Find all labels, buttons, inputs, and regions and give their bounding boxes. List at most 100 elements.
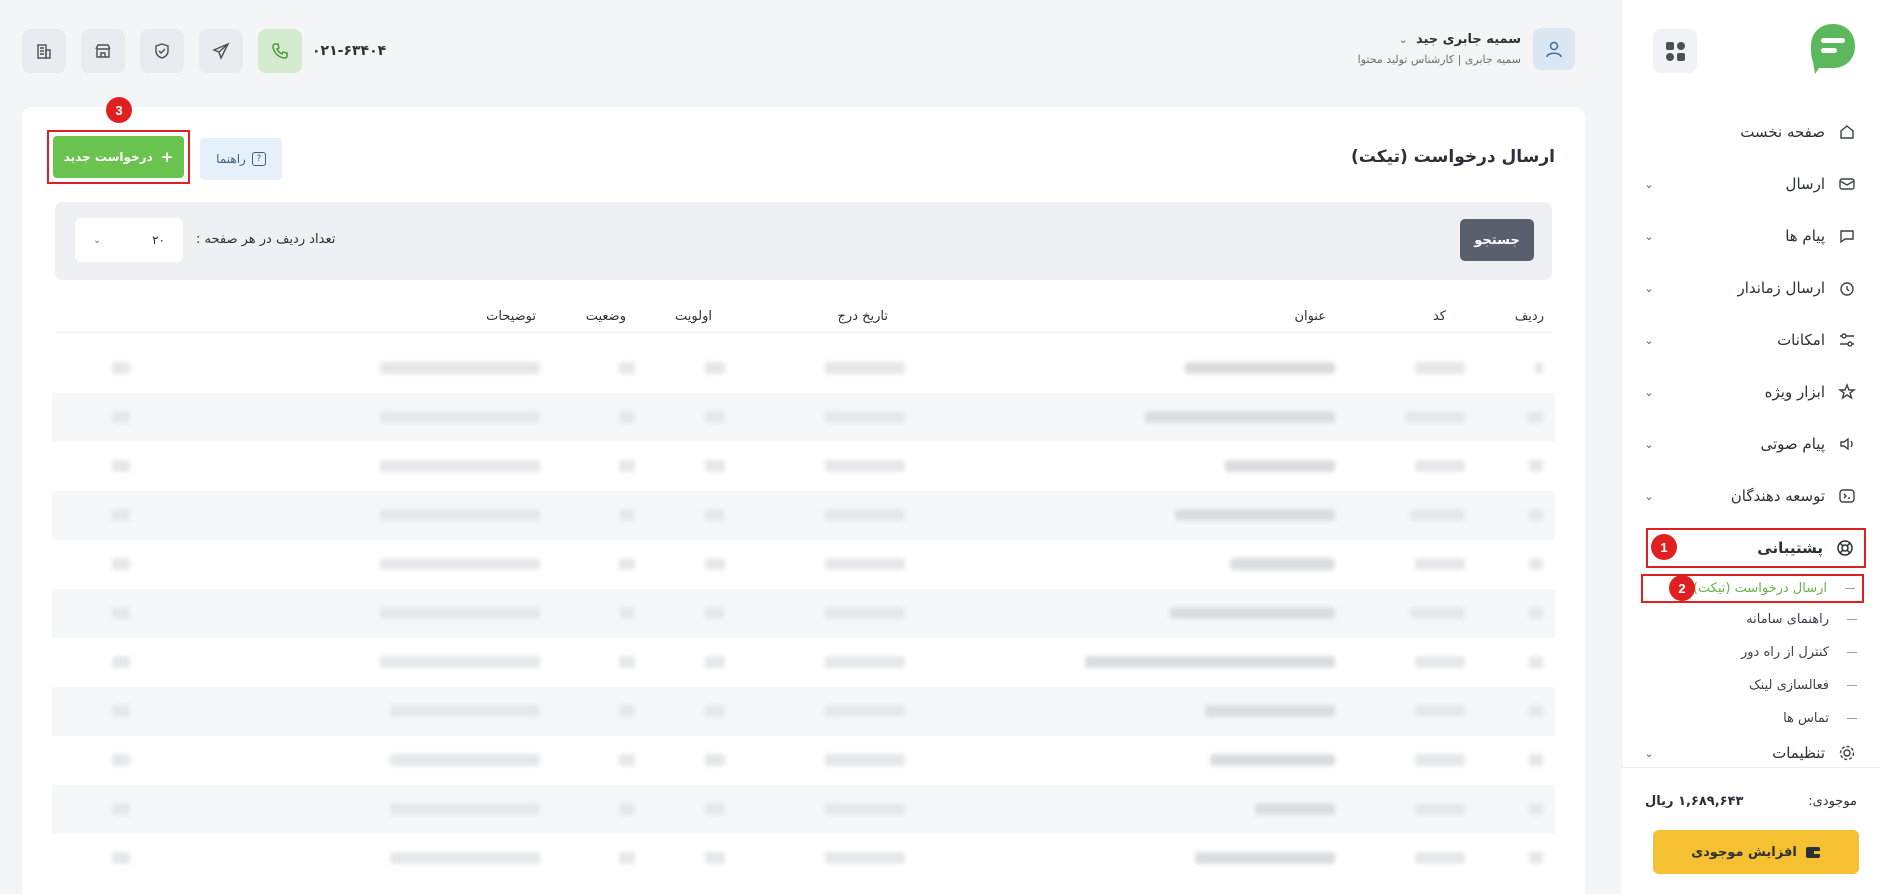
balance-value: ۱,۶۸۹,۶۴۳ ریال	[1645, 794, 1744, 809]
submenu-item-link-activation[interactable]: فعالسازی لینک	[1621, 669, 1881, 702]
chevron-down-icon: ⌄	[1399, 35, 1408, 46]
apps-grid-button[interactable]	[1653, 29, 1697, 73]
column-header-row[interactable]: ردیف	[1515, 309, 1544, 324]
lifebuoy-icon	[1835, 538, 1855, 558]
balance-label: موجودی:	[1808, 794, 1857, 809]
sidebar-item-messages[interactable]: پیام ها ⌄	[1621, 210, 1881, 262]
sidebar-item-label: پشتیبانی	[1757, 539, 1823, 557]
sidebar-item-scheduled[interactable]: ارسال زماندار ⌄	[1621, 262, 1881, 314]
table-row[interactable]	[52, 540, 1555, 589]
sidebar-item-developers[interactable]: توسعه دهندگان ⌄	[1621, 470, 1881, 522]
top-header: سمیه جابری جید ⌄ سمیه جابری | کارشناس تو…	[0, 0, 1621, 100]
dash-icon	[1847, 619, 1857, 620]
column-header-title[interactable]: عنوان	[1294, 309, 1326, 324]
column-header-description[interactable]: توضیحات	[486, 309, 536, 324]
store-icon	[95, 44, 111, 58]
table-row[interactable]	[52, 638, 1555, 687]
sliders-icon	[1837, 330, 1857, 350]
main-card: ارسال درخواست (تیکت) + درخواست جدید 3 ? …	[22, 97, 1585, 894]
sidebar-item-features[interactable]: امکانات ⌄	[1621, 314, 1881, 366]
submenu-item-label: کنترل از راه دور	[1741, 645, 1829, 660]
submenu-item-label: تماس ها	[1783, 711, 1829, 726]
rows-per-page-value: ۲۰	[152, 233, 165, 247]
submenu-item-calls[interactable]: تماس ها	[1621, 702, 1881, 735]
sidebar-item-label: پیام ها	[1785, 227, 1825, 245]
chevron-down-icon: ⌄	[1644, 385, 1654, 399]
table-row[interactable]	[52, 393, 1555, 442]
shield-check-icon	[155, 43, 169, 59]
chevron-down-icon: ⌄	[93, 234, 102, 246]
submenu-item-label: راهنمای سامانه	[1746, 612, 1829, 627]
sidebar-item-settings[interactable]: تنظیمات ⌄	[1621, 735, 1881, 771]
table-row[interactable]	[52, 442, 1555, 491]
sidebar-item-label: پیام صوتی	[1760, 435, 1826, 453]
table-row[interactable]	[52, 834, 1555, 883]
dash-icon	[1847, 652, 1857, 653]
column-header-status[interactable]: وضعیت	[586, 309, 626, 324]
table-row[interactable]	[52, 491, 1555, 540]
user-name: سمیه جابری جید	[1415, 32, 1521, 47]
building-button[interactable]	[22, 29, 66, 73]
submenu-item-label: ارسال درخواست (تیکت)	[1692, 581, 1827, 596]
submenu-item-system-guide[interactable]: راهنمای سامانه	[1621, 603, 1881, 636]
home-icon	[1837, 122, 1857, 142]
new-request-button[interactable]: + درخواست جدید	[53, 136, 184, 178]
store-button[interactable]	[81, 29, 125, 73]
search-button[interactable]: جستجو	[1460, 219, 1534, 261]
sidebar-menu: صفحه نخست ارسال ⌄ پیام ها ⌄ ارسال زماندا…	[1621, 106, 1881, 771]
column-header-priority[interactable]: اولویت	[675, 309, 712, 324]
paper-plane-icon	[212, 42, 230, 60]
balance-panel: موجودی: ۱,۶۸۹,۶۴۳ ریال افزایش موجودی	[1621, 767, 1881, 894]
shield-button[interactable]	[140, 29, 184, 73]
telegram-button[interactable]	[199, 29, 243, 73]
annotation-badge-3: 3	[106, 97, 132, 123]
table-row[interactable]	[52, 736, 1555, 785]
logo-icon[interactable]	[1809, 22, 1857, 74]
sidebar-item-label: توسعه دهندگان	[1730, 487, 1825, 505]
column-header-code[interactable]: کد	[1433, 309, 1446, 324]
building-icon	[37, 44, 51, 59]
topup-label: افزایش موجودی	[1691, 844, 1797, 860]
chevron-down-icon: ⌄	[1644, 489, 1654, 503]
table-row[interactable]	[52, 785, 1555, 834]
sidebar-item-voice-message[interactable]: پیام صوتی ⌄	[1621, 418, 1881, 470]
page-title: ارسال درخواست (تیکت)	[1350, 147, 1555, 167]
rows-per-page-select[interactable]: ⌄ ۲۰	[75, 218, 183, 262]
column-header-date[interactable]: تاریخ درج	[838, 309, 888, 324]
sidebar: صفحه نخست ارسال ⌄ پیام ها ⌄ ارسال زماندا…	[1621, 0, 1881, 894]
filter-bar: جستجو تعداد ردیف در هر صفحه : ⌄ ۲۰	[55, 202, 1552, 280]
help-button[interactable]: ? راهنما	[200, 138, 282, 180]
sidebar-item-label: امکانات	[1777, 331, 1825, 349]
sidebar-item-label: ابزار ویژه	[1764, 383, 1825, 401]
table-row[interactable]	[52, 687, 1555, 736]
support-phone-number: ۰۲۱-۶۳۴۰۴	[312, 43, 387, 59]
dash-icon	[1847, 718, 1857, 719]
code-icon	[1837, 486, 1857, 506]
user-menu[interactable]: سمیه جابری جید ⌄ سمیه جابری | کارشناس تو…	[1358, 28, 1575, 70]
speaker-icon	[1837, 434, 1857, 454]
support-submenu: ارسال درخواست (تیکت) راهنمای سامانه کنتر…	[1621, 574, 1881, 735]
sidebar-item-send[interactable]: ارسال ⌄	[1621, 158, 1881, 210]
star-icon	[1837, 382, 1857, 402]
plus-icon: +	[160, 148, 174, 166]
scheduled-icon	[1837, 278, 1857, 298]
user-avatar-icon	[1533, 28, 1575, 70]
question-icon: ?	[251, 152, 266, 166]
sidebar-item-label: صفحه نخست	[1740, 123, 1825, 141]
apps-grid-icon	[1665, 41, 1685, 61]
submenu-item-remote-control[interactable]: کنترل از راه دور	[1621, 636, 1881, 669]
phone-button[interactable]	[258, 29, 302, 73]
messages-icon	[1837, 226, 1857, 246]
sidebar-item-home[interactable]: صفحه نخست	[1621, 106, 1881, 158]
annotation-badge-1: 1	[1651, 534, 1677, 560]
header-actions: ۰۲۱-۶۳۴۰۴	[22, 29, 386, 73]
table-header: ردیف کد عنوان تاریخ درج اولویت وضعیت توض…	[55, 297, 1552, 333]
dash-icon	[1847, 685, 1857, 686]
sidebar-item-special-tools[interactable]: ابزار ویژه ⌄	[1621, 366, 1881, 418]
chevron-down-icon: ⌄	[1644, 333, 1654, 347]
chevron-down-icon: ⌄	[1644, 437, 1654, 451]
topup-button[interactable]: افزایش موجودی	[1653, 830, 1859, 874]
table-row[interactable]	[52, 344, 1555, 393]
sidebar-item-support[interactable]: پشتیبانی ⌃	[1646, 528, 1866, 568]
table-row[interactable]	[52, 589, 1555, 638]
